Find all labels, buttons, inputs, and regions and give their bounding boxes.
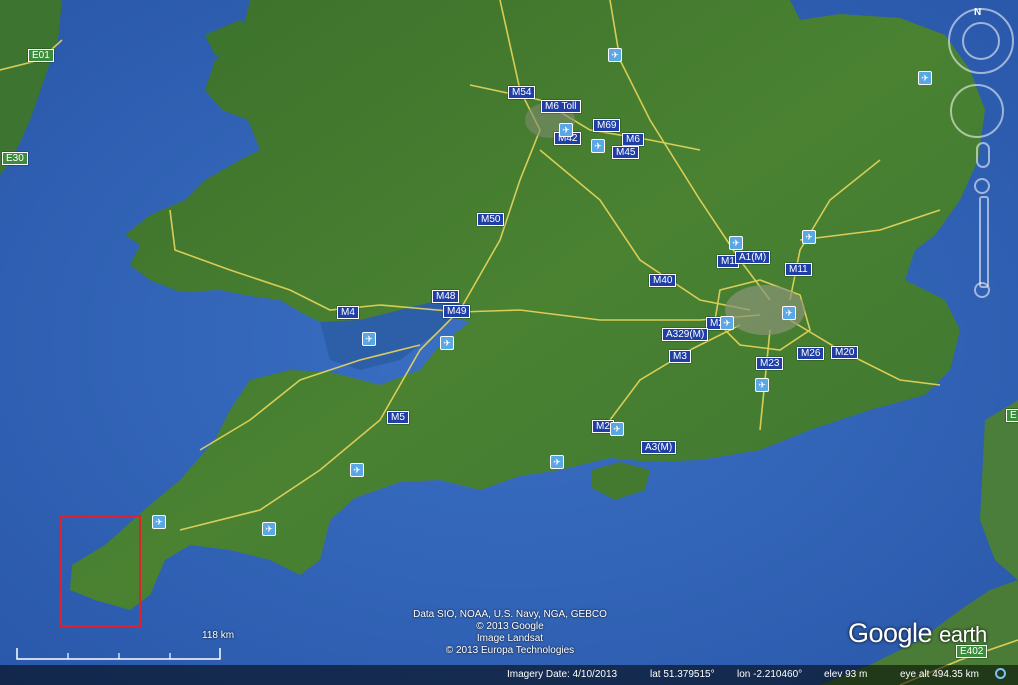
logo-earth: earth (939, 622, 987, 647)
road-label-m40: M40 (649, 274, 677, 287)
airport-icon[interactable]: ✈ (362, 332, 376, 346)
scale-bar (16, 648, 221, 660)
latitude-readout: lat 51.379515° (650, 669, 715, 680)
logo-google: Google (848, 618, 933, 648)
airport-icon[interactable]: ✈ (729, 236, 743, 250)
streaming-status-icon (995, 668, 1006, 679)
scale-label: 118 km (202, 630, 235, 641)
road-label-m5: M5 (387, 411, 409, 424)
road-label-e4: E (1006, 409, 1018, 422)
airport-icon[interactable]: ✈ (559, 123, 573, 137)
eye-altitude-readout: eye alt 494.35 km (900, 669, 979, 680)
highlight-rectangle (60, 515, 141, 627)
road-label-m3: M3 (669, 350, 691, 363)
compass-ring[interactable] (962, 22, 1000, 60)
road-label-m69: M69 (593, 119, 621, 132)
map-attribution: Data SIO, NOAA, U.S. Navy, NGA, GEBCO © … (380, 609, 640, 657)
street-view-pegman-icon[interactable] (976, 142, 990, 168)
road-label-m11: M11 (785, 263, 812, 276)
zoom-out-icon[interactable] (974, 282, 990, 298)
airport-icon[interactable]: ✈ (350, 463, 364, 477)
airport-icon[interactable]: ✈ (720, 316, 734, 330)
airport-icon[interactable]: ✈ (918, 71, 932, 85)
attribution-line: Image Landsat (476, 633, 544, 644)
status-bar: Imagery Date: 4/10/2013 lat 51.379515° l… (0, 665, 1018, 685)
airport-icon[interactable]: ✈ (782, 306, 796, 320)
road-label-m23: M23 (756, 357, 784, 370)
road-label-m54: M54 (508, 86, 536, 99)
elevation-readout: elev 93 m (824, 669, 868, 680)
imagery-date: Imagery Date: 4/10/2013 (507, 669, 618, 680)
airport-icon[interactable]: ✈ (802, 230, 816, 244)
airport-icon[interactable]: ✈ (608, 48, 622, 62)
airport-icon[interactable]: ✈ (591, 139, 605, 153)
road-label-m45: M45 (612, 146, 640, 159)
road-label-m6: M6 (622, 133, 644, 146)
zoom-slider[interactable] (979, 196, 989, 288)
longitude-readout: lon -2.210460° (737, 669, 803, 680)
airport-icon[interactable]: ✈ (755, 378, 769, 392)
satellite-map[interactable] (0, 0, 1018, 685)
north-indicator: N (974, 7, 982, 18)
road-label-e30: E30 (2, 152, 28, 165)
move-ring[interactable] (950, 84, 1004, 138)
road-label-a329m: A329(M) (662, 328, 709, 341)
road-label-m50: M50 (477, 213, 505, 226)
road-label-m20: M20 (831, 346, 859, 359)
attribution-line: © 2013 Europa Technologies (445, 645, 575, 656)
navigation-controls[interactable] (944, 4, 1018, 304)
airport-icon[interactable]: ✈ (610, 422, 624, 436)
road-label-a1m: A1(M) (735, 251, 771, 264)
airport-icon[interactable]: ✈ (152, 515, 166, 529)
road-label-m49: M49 (443, 305, 471, 318)
attribution-line: © 2013 Google (476, 621, 544, 632)
road-label-m4: M4 (337, 306, 359, 319)
road-label-m6-toll: M6 Toll (541, 100, 581, 113)
road-label-m26: M26 (797, 347, 825, 360)
road-label-m48: M48 (432, 290, 460, 303)
attribution-line: Data SIO, NOAA, U.S. Navy, NGA, GEBCO (413, 609, 607, 620)
airport-icon[interactable]: ✈ (262, 522, 276, 536)
road-label-a3m: A3(M) (641, 441, 677, 454)
road-label-e01: E01 (28, 49, 54, 62)
airport-icon[interactable]: ✈ (440, 336, 454, 350)
airport-icon[interactable]: ✈ (550, 455, 564, 469)
zoom-in-icon[interactable] (974, 178, 990, 194)
google-earth-logo: Google earth (848, 618, 987, 649)
